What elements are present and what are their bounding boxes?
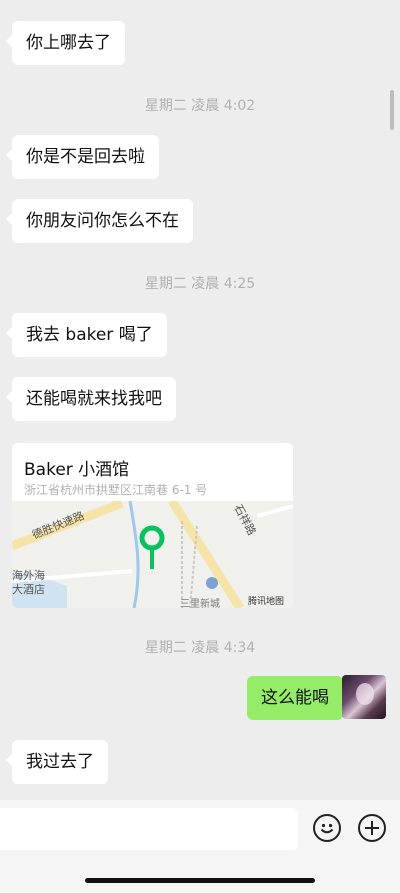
location-card[interactable]: Baker 小酒馆 浙江省杭州市拱墅区江南巷 6-1 号 德胜快速路 石祥路 海… bbox=[12, 443, 293, 608]
scrollbar[interactable] bbox=[390, 90, 394, 130]
map-label: 海外海 bbox=[12, 568, 45, 582]
message-bubble[interactable]: 你是不是回去啦 bbox=[6, 135, 159, 179]
plus-circle-icon bbox=[365, 821, 379, 835]
message-bubble[interactable]: 我去 baker 喝了 bbox=[6, 313, 167, 357]
emoji-button[interactable] bbox=[313, 814, 341, 842]
location-address: 浙江省杭州市拱墅区江南巷 6-1 号 bbox=[24, 483, 208, 497]
chat-area: 你上哪去了 星期二 凌晨 4:02 你是不是回去啦 你朋友问你怎么不在 星期二 … bbox=[0, 0, 400, 800]
avatar[interactable] bbox=[342, 675, 386, 719]
map-label: 大酒店 bbox=[12, 582, 45, 596]
timestamp: 星期二 凌晨 4:02 bbox=[144, 98, 256, 114]
message-bubble-own[interactable]: 这么能喝 bbox=[247, 676, 349, 720]
message-bubble[interactable]: 你上哪去了 bbox=[6, 21, 125, 65]
home-indicator[interactable] bbox=[85, 878, 315, 883]
location-name: Baker 小酒馆 bbox=[24, 460, 130, 480]
message-input[interactable] bbox=[0, 808, 298, 850]
emoji-face-icon bbox=[320, 823, 334, 834]
message-bubble[interactable]: 还能喝就来找我吧 bbox=[6, 377, 176, 421]
message-bubble[interactable]: 你朋友问你怎么不在 bbox=[6, 199, 193, 243]
timestamp: 星期二 凌晨 4:25 bbox=[144, 276, 256, 292]
location-map[interactable]: 德胜快速路 石祥路 海外海 大酒店 腾讯地图 三里新城 bbox=[12, 501, 293, 608]
map-label: 三里新城 bbox=[180, 597, 220, 608]
more-button[interactable] bbox=[358, 814, 386, 842]
map-label: 腾讯地图 bbox=[248, 595, 284, 607]
timestamp: 星期二 凌晨 4:34 bbox=[144, 640, 256, 656]
message-bubble[interactable]: 我过去了 bbox=[6, 740, 108, 784]
